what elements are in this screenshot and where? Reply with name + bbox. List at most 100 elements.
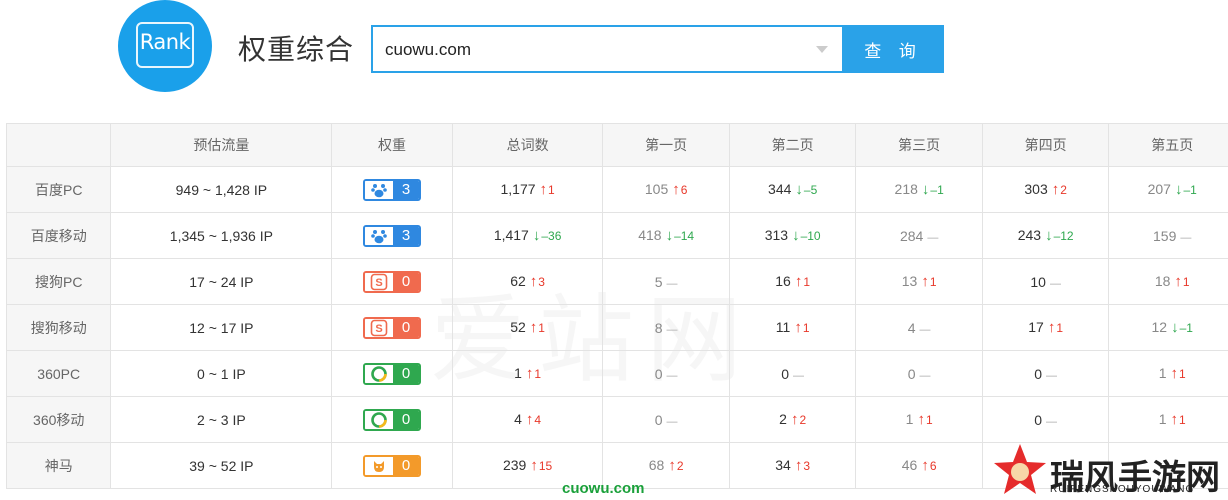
change-value: –1 (1179, 321, 1193, 335)
change-value: 1 (803, 275, 811, 289)
table-header-row: 预估流量 权重 总词数 第一页 第二页 第三页 第四页 第五页 (5, 123, 1228, 167)
shenma-icon (365, 456, 394, 475)
arrow-up-icon: ↑ (1170, 365, 1179, 382)
dash-icon: — (1180, 231, 1192, 244)
count-value: 218 (894, 181, 918, 197)
dash-icon: — (793, 369, 805, 382)
weight-badge[interactable]: 0 (363, 362, 422, 385)
change-value: 1 (1182, 275, 1190, 289)
dropdown-caret-icon[interactable] (816, 46, 828, 53)
weight-badge[interactable]: 0 (363, 408, 422, 431)
table-body: 百度PC 949 ~ 1,428 IP 3 1,177 ↑1 105 ↑6 344 ↓–5 218… (5, 166, 1228, 489)
change-value: 3 (803, 459, 811, 473)
count-cell: 62 ↑3 (451, 258, 604, 305)
count-value: 0 (907, 365, 916, 382)
count-cell: 8— (602, 304, 730, 351)
arrow-up-icon: ↑ (921, 457, 929, 474)
watermark-brand-sub: RUIFENGSHOUYOUWANG (1050, 484, 1195, 495)
arrow-up-icon: ↑ (794, 273, 803, 290)
weight-badge[interactable]: S0 (363, 270, 422, 293)
change-value: 15 (538, 459, 553, 473)
table-row: 百度PC 949 ~ 1,428 IP 3 1,177 ↑1 105 ↑6 344 ↓–5 218… (5, 166, 1228, 213)
change-value: 1 (534, 367, 542, 381)
change-value: 1 (925, 413, 933, 427)
estimated-flow: 2 ~ 3 IP (110, 396, 333, 443)
count-value: 239 (502, 457, 527, 473)
table-row: 百度移动 1,345 ~ 1,936 IP 3 1,417 ↓–36 418 ↓–14 313… (5, 212, 1228, 259)
arrow-down-icon: ↓ (1045, 227, 1053, 244)
engine-name: 百度PC (5, 166, 112, 213)
search-button[interactable]: 查 询 (842, 25, 944, 73)
count-cell: 52 ↑1 (451, 304, 604, 351)
dash-icon: — (666, 415, 678, 428)
baidu-paw-icon (365, 180, 394, 199)
count-value: 46 (901, 457, 918, 473)
arrow-up-icon: ↑ (525, 411, 534, 428)
estimated-flow: 1,345 ~ 1,936 IP (110, 212, 333, 259)
search-box[interactable] (371, 25, 842, 73)
count-value: 68 (648, 457, 665, 473)
count-cell: 1 ↑1 (855, 396, 983, 443)
arrow-down-icon: ↓ (1174, 181, 1183, 198)
count-value: 13 (901, 273, 918, 289)
table-row: 360PC 0 ~ 1 IP 0 1 ↑1 0—0—0—0—1 ↑1 (5, 350, 1228, 397)
count-value: 17 (1028, 319, 1044, 335)
dash-icon: — (666, 369, 678, 382)
column-header: 第五页 (1108, 123, 1228, 167)
search-input[interactable] (385, 39, 805, 61)
count-value: 0 (781, 365, 790, 382)
svg-text:S: S (375, 323, 382, 335)
count-cell: 11 ↑1 (728, 304, 857, 351)
engine-name: 360PC (5, 350, 112, 397)
change-value: 1 (1179, 367, 1186, 381)
count-cell: 243 ↓–12 (981, 212, 1110, 259)
rank-logo[interactable]: Rank (118, 0, 212, 92)
count-cell: 0— (602, 350, 730, 397)
change-value: 2 (676, 459, 684, 473)
arrow-down-icon: ↓ (665, 227, 674, 244)
table-row: 搜狗PC 17 ~ 24 IP S 0 62 ↑3 5—16 ↑1 13 ↑1 10—18 ↑1 (5, 258, 1228, 305)
change-value: 1 (802, 321, 810, 335)
count-cell: 207 ↓–1 (1108, 166, 1228, 213)
change-value: –12 (1053, 229, 1074, 243)
change-value: –36 (541, 229, 562, 243)
weight-value: 0 (393, 456, 420, 475)
change-value: 1 (929, 275, 937, 289)
baidu-paw-icon (365, 226, 394, 245)
dash-icon: — (666, 323, 678, 336)
count-cell: 1,417 ↓–36 (451, 212, 604, 259)
change-value: –1 (1183, 183, 1197, 197)
count-value: 1 (1158, 411, 1167, 427)
table-row: 360移动 2 ~ 3 IP 0 4 ↑4 0—2 ↑2 1 ↑1 0—1 ↑1 (5, 396, 1228, 443)
count-value: 1,417 (493, 227, 529, 243)
count-value: 313 (764, 227, 789, 243)
arrow-up-icon: ↑ (921, 273, 929, 290)
weight-badge[interactable]: S0 (363, 316, 422, 339)
count-cell: 344 ↓–5 (728, 166, 857, 213)
estimated-flow: 949 ~ 1,428 IP (110, 166, 333, 213)
count-value: 62 (510, 273, 526, 289)
weight-cell: 3 (331, 212, 453, 259)
dash-icon: — (1046, 415, 1058, 428)
count-value: 2 (779, 411, 787, 427)
360-icon (365, 364, 394, 383)
weight-badge[interactable]: 3 (363, 224, 422, 247)
arrow-down-icon: ↓ (921, 181, 930, 198)
count-value: 0 (1034, 365, 1043, 382)
count-value: 207 (1147, 181, 1171, 197)
weight-badge[interactable]: 0 (363, 454, 422, 477)
count-cell: 4 ↑4 (451, 396, 604, 443)
change-value: –5 (803, 183, 818, 197)
dash-icon: — (919, 323, 931, 336)
arrow-up-icon: ↑ (1170, 411, 1179, 428)
360-icon (365, 410, 394, 429)
weight-value: 0 (393, 410, 420, 429)
arrow-up-icon: ↑ (529, 273, 538, 290)
page-title: 权重综合 (238, 33, 355, 66)
change-value: 2 (799, 413, 807, 427)
count-value: 1 (514, 365, 522, 381)
count-value: 12 (1151, 319, 1168, 335)
estimated-flow: 39 ~ 52 IP (110, 442, 333, 489)
weight-badge[interactable]: 3 (363, 178, 422, 201)
count-cell: 218 ↓–1 (855, 166, 983, 213)
